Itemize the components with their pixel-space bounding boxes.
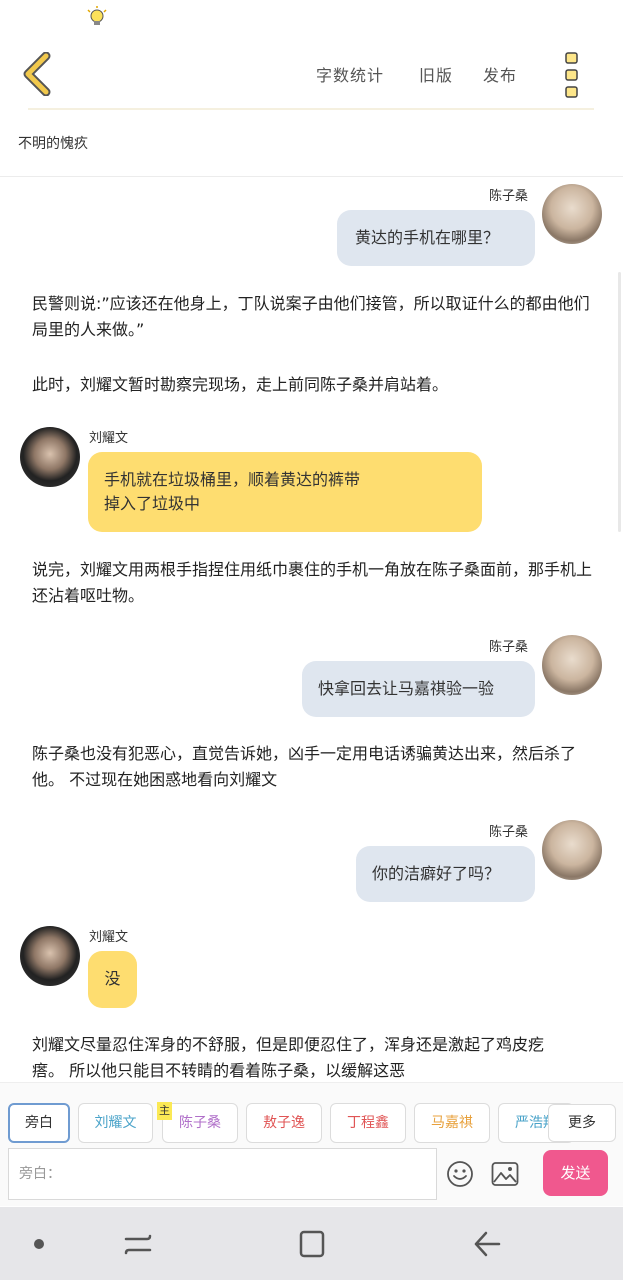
character-chip-ma-jiaqi[interactable]: 马嘉祺 — [414, 1103, 490, 1143]
chat-bubble-right[interactable]: 你的洁癖好了吗？ — [356, 846, 535, 902]
bubble-text: 黄达的手机在哪里？ — [355, 228, 500, 247]
word-count-button[interactable]: 字数统计 — [316, 62, 384, 86]
chip-label: 刘耀文 — [94, 1115, 137, 1131]
chat-bubble-right[interactable]: 黄达的手机在哪里？ — [337, 210, 535, 266]
bubble-text: 没 — [104, 969, 121, 988]
back-arrow-icon[interactable] — [18, 52, 58, 96]
chip-label: 敖子逸 — [263, 1115, 305, 1131]
character-chip-narrator[interactable]: 旁白 — [8, 1103, 70, 1143]
character-chip-liu-yaowen[interactable]: 刘耀文 — [78, 1103, 153, 1143]
narration-text[interactable]: 陈子桑也没有犯恶心，直觉告诉她，凶手一定用电话诱骗黄达出来，然后杀了他。 不过现… — [32, 741, 592, 793]
speaker-name: 刘耀文 — [89, 431, 129, 446]
emoji-icon[interactable] — [446, 1160, 474, 1188]
character-chip-ding-chengxin[interactable]: 丁程鑫 — [330, 1103, 406, 1143]
scrollbar[interactable] — [618, 272, 621, 532]
avatar-chen-zisang[interactable] — [542, 184, 602, 244]
home-icon[interactable] — [298, 1229, 326, 1259]
toolbar-divider — [28, 108, 594, 110]
status-bar — [0, 0, 623, 40]
narration-text[interactable]: 此时，刘耀文暂时勘察完现场，走上前同陈子桑并肩站着。 — [32, 372, 592, 398]
narration-text[interactable]: 说完，刘耀文用两根手指捏住用纸巾裹住的手机一角放在陈子桑面前，那手机上还沾着呕吐… — [32, 557, 592, 609]
speaker-name: 刘耀文 — [89, 930, 129, 945]
speaker-name: 陈子桑 — [489, 640, 529, 655]
chip-label: 马嘉祺 — [431, 1115, 473, 1131]
dot-icon[interactable] — [33, 1238, 45, 1250]
narration-text[interactable]: 民警则说:”应该还在他身上，丁队说案子由他们接管，所以取证什么的都由他们局里的人… — [32, 291, 592, 343]
narration-text[interactable]: 刘耀文尽量忍住浑身的不舒服，但是即便忍住了，浑身还是激起了鸡皮疙瘩。 所以他只能… — [32, 1032, 552, 1081]
more-menu-icon[interactable] — [560, 50, 586, 100]
speaker-name: 陈子桑 — [489, 189, 529, 204]
image-icon[interactable] — [491, 1161, 519, 1187]
speaker-name: 陈子桑 — [489, 825, 529, 840]
character-chip-ao-ziyi[interactable]: 敖子逸 — [246, 1103, 322, 1143]
bubble-text: 你的洁癖好了吗？ — [372, 864, 501, 883]
bubble-text: 掉入了垃圾中 — [104, 494, 201, 513]
publish-button[interactable]: 发布 — [483, 62, 517, 86]
old-version-button[interactable]: 旧版 — [419, 62, 453, 86]
top-toolbar: 字数统计 旧版 发布 — [0, 40, 623, 110]
bubble-text: 快拿回去让马嘉祺验一验 — [318, 679, 495, 698]
system-nav-bar — [0, 1207, 623, 1280]
lightbulb-icon — [87, 6, 107, 25]
message-input[interactable] — [8, 1148, 437, 1200]
main-character-badge: 主 — [157, 1102, 172, 1120]
avatar-chen-zisang[interactable] — [542, 635, 602, 695]
send-button[interactable]: 发送 — [543, 1150, 608, 1196]
chat-bubble-left[interactable]: 手机就在垃圾桶里，顺着黄达的裤带 掉入了垃圾中 — [88, 452, 482, 532]
chip-label: 陈子桑 — [179, 1115, 221, 1131]
recent-apps-icon[interactable] — [123, 1229, 153, 1259]
more-characters-button[interactable]: 更多 — [548, 1104, 616, 1142]
character-selector: 旁白 刘耀文 陈子桑 主 敖子逸 丁程鑫 马嘉祺 严浩翔 更多 — [0, 1082, 623, 1144]
story-title[interactable]: 不明的愧疚 — [18, 133, 88, 153]
bubble-text: 手机就在垃圾桶里，顺着黄达的裤带 — [104, 470, 361, 489]
chip-label: 旁白 — [25, 1115, 53, 1131]
avatar-liu-yaowen[interactable] — [20, 427, 80, 487]
story-content[interactable]: 陈子桑 黄达的手机在哪里？ 民警则说:”应该还在他身上，丁队说案子由他们接管，所… — [0, 177, 623, 1081]
chat-bubble-left[interactable]: 没 — [88, 951, 137, 1008]
avatar-chen-zisang[interactable] — [542, 820, 602, 880]
avatar-liu-yaowen[interactable] — [20, 926, 80, 986]
character-chip-chen-zisang[interactable]: 陈子桑 — [162, 1103, 238, 1143]
chat-bubble-right[interactable]: 快拿回去让马嘉祺验一验 — [302, 661, 535, 717]
compose-area: 发送 — [0, 1144, 623, 1206]
back-nav-icon[interactable] — [472, 1229, 502, 1259]
chip-label: 丁程鑫 — [347, 1115, 389, 1131]
